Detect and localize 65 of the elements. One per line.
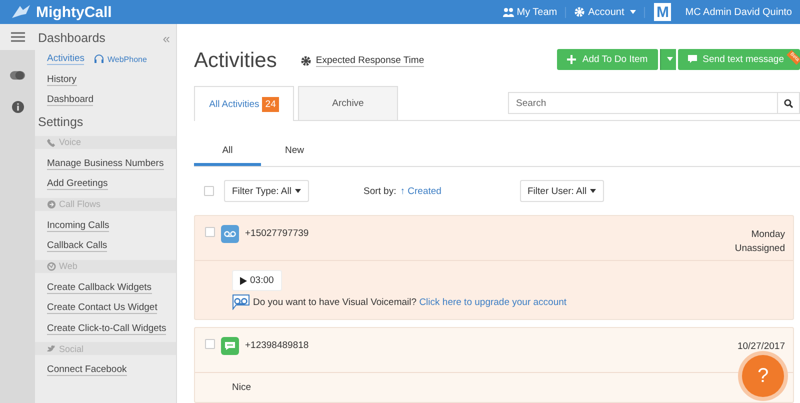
sidebar-link[interactable]: Connect Facebook bbox=[47, 364, 127, 376]
page-title: Activities bbox=[194, 49, 277, 73]
user-filter-dropdown[interactable]: Filter User: All bbox=[520, 180, 604, 202]
toggle-icon[interactable] bbox=[10, 70, 25, 80]
avatar[interactable]: M bbox=[654, 3, 672, 21]
dropdown-button[interactable] bbox=[660, 48, 676, 70]
section-heading: Dashboards bbox=[38, 31, 106, 45]
row-checkbox[interactable] bbox=[205, 339, 215, 349]
filter-tab[interactable]: New bbox=[261, 138, 328, 166]
upgrade-prompt: Do you want to have Visual Voicemail? Click here to upgrade your account bbox=[253, 296, 567, 308]
voicemail-icon bbox=[221, 225, 239, 243]
activity-date: 10/27/2017 bbox=[737, 341, 785, 352]
search-icon[interactable] bbox=[784, 98, 793, 108]
filter-tab[interactable]: All bbox=[194, 138, 261, 166]
group-label: Social bbox=[59, 344, 84, 354]
sidebar-link[interactable]: Add Greetings bbox=[47, 178, 108, 190]
webphone-link[interactable]: WebPhone bbox=[94, 54, 147, 64]
upgrade-link[interactable]: Click here to upgrade your account bbox=[419, 296, 567, 308]
activity-date: Monday bbox=[750, 229, 785, 240]
tab[interactable]: Archive bbox=[298, 86, 398, 120]
sidebar-link[interactable]: Callback Calls bbox=[47, 240, 108, 252]
group-label: Call Flows bbox=[59, 199, 101, 209]
tab[interactable]: All Activities 24 bbox=[194, 86, 294, 121]
message-icon bbox=[221, 337, 239, 355]
user-name[interactable]: MC Admin David Quinto bbox=[671, 6, 800, 18]
team-link[interactable]: My Team bbox=[494, 6, 566, 18]
logo-text: MightyCall bbox=[36, 4, 112, 20]
sidebar-link[interactable]: Create Click-to-Call Widgets bbox=[47, 322, 166, 335]
sidebar-link[interactable]: Create Callback Widgets bbox=[47, 282, 152, 294]
sidebar-link[interactable]: Manage Business Numbers bbox=[47, 158, 164, 170]
plus-icon bbox=[567, 54, 576, 64]
sidebar-link[interactable]: Create Contact Us Widget bbox=[47, 302, 158, 314]
row-checkbox[interactable] bbox=[205, 227, 215, 237]
phone-number: +15027797739 bbox=[245, 228, 309, 239]
phone-icon bbox=[47, 138, 56, 146]
menu-icon[interactable] bbox=[10, 32, 24, 42]
assignee: Unassigned bbox=[734, 243, 785, 254]
response-time-link[interactable]: Expected Response Time bbox=[316, 55, 424, 67]
account-menu[interactable]: Account bbox=[566, 6, 646, 18]
sidebar-link[interactable]: Activities bbox=[47, 53, 84, 66]
message-text: Nice bbox=[232, 382, 252, 393]
count-badge: 24 bbox=[262, 96, 279, 112]
headset-icon bbox=[94, 54, 104, 64]
play-button[interactable]: 03:00 bbox=[232, 270, 282, 291]
type-filter-dropdown[interactable]: Filter Type: All bbox=[224, 180, 308, 202]
sort-link[interactable]: ↑ Created bbox=[400, 186, 442, 196]
settings-icon bbox=[300, 56, 311, 66]
sidebar-link[interactable]: Dashboard bbox=[47, 94, 94, 106]
section-heading: Settings bbox=[38, 114, 84, 128]
search-field[interactable]: Search bbox=[508, 92, 778, 114]
play-icon bbox=[240, 276, 247, 284]
info-icon[interactable] bbox=[12, 101, 24, 113]
bird-icon bbox=[47, 344, 56, 353]
message-icon bbox=[688, 54, 697, 64]
phone-number: +12398489818 bbox=[245, 340, 309, 351]
group-label: Voice bbox=[59, 137, 82, 147]
group-label: Web bbox=[59, 261, 78, 271]
sidebar-link[interactable]: History bbox=[47, 74, 77, 86]
voicemail-icon bbox=[232, 294, 250, 310]
sidebar-link[interactable]: Incoming Calls bbox=[47, 220, 110, 232]
select-all-checkbox[interactable] bbox=[204, 186, 214, 196]
settings-icon bbox=[574, 7, 586, 17]
sort-label: Sort by: bbox=[364, 186, 396, 196]
people-icon bbox=[502, 7, 514, 17]
logo-icon bbox=[10, 4, 32, 20]
